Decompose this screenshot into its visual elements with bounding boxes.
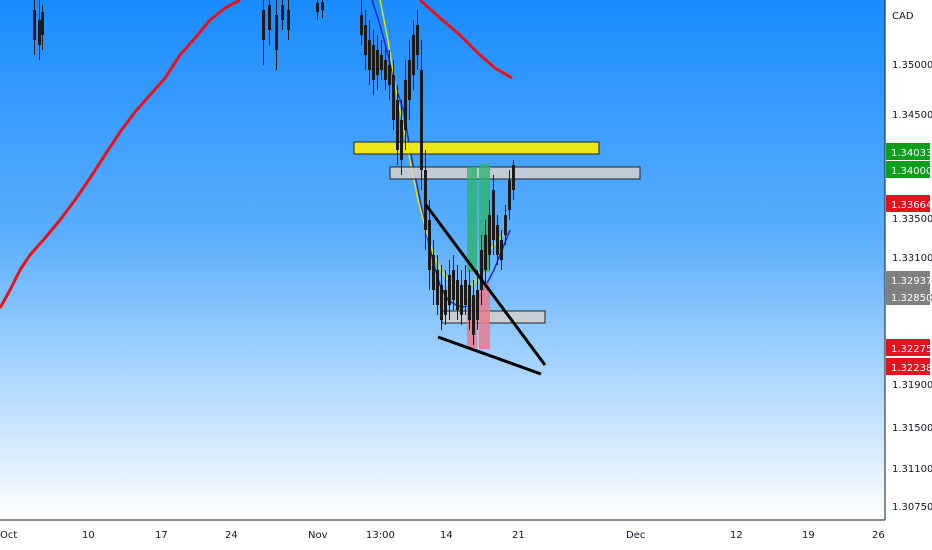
price-tick-label: 1.30750 (892, 502, 932, 513)
candle-body (428, 220, 431, 270)
candle-body (396, 100, 399, 150)
price-badge-label: 1.34000 (891, 166, 932, 177)
candle-body (262, 10, 265, 40)
candle-body (464, 280, 467, 305)
candle-body (33, 10, 36, 40)
price-badge: 1.32850 (886, 288, 932, 305)
candle-body (432, 255, 435, 290)
price-tick-label: 1.31500 (892, 423, 932, 434)
price-badge-label: 1.32937 (891, 276, 932, 287)
price-badge-label: 1.32275 (891, 344, 932, 355)
price-badge-label: 1.32238 (891, 363, 932, 374)
candle-body (440, 285, 443, 320)
candle-body (496, 225, 499, 255)
time-tick-label: Nov (308, 530, 328, 541)
price-badge-label: 1.33664 (891, 200, 932, 211)
price-tick-label: 1.31900 (892, 380, 932, 391)
price-badge: 1.33664 (886, 195, 932, 212)
candle-body (275, 15, 278, 50)
time-tick-label: 19 (802, 530, 815, 541)
currency-label: CAD (892, 11, 914, 22)
time-tick-label: 13:00 (366, 530, 395, 541)
price-tick-label: 1.34500 (892, 110, 932, 121)
sell-box (479, 283, 490, 349)
candle-body (472, 295, 475, 335)
time-tick-label: 26 (872, 530, 885, 541)
candle-body (380, 55, 383, 70)
price-tick-label: 1.31100 (892, 464, 932, 475)
price-badge: 1.32275 (886, 339, 932, 356)
candle-body (448, 275, 451, 305)
candle-body (420, 70, 423, 170)
price-badge: 1.34000 (886, 161, 932, 178)
candle-body (392, 75, 395, 120)
buy-box (467, 167, 477, 272)
candle-body (468, 285, 471, 320)
candle-body (384, 60, 387, 80)
candle-body (360, 15, 363, 35)
candle-body (321, 2, 324, 10)
candle-body (408, 60, 411, 100)
price-badge-label: 1.32850 (891, 293, 932, 304)
candle-body (456, 280, 459, 310)
candle-body (452, 270, 455, 300)
candle-body (376, 50, 379, 75)
price-tick-label: 1.33100 (892, 253, 932, 264)
candle-body (444, 290, 447, 315)
time-tick-label: 17 (155, 530, 168, 541)
time-tick-label: Dec (626, 530, 645, 541)
candle-body (364, 25, 367, 55)
candle-body (316, 3, 319, 12)
candle-body (500, 240, 503, 260)
time-tick-label: Oct (0, 530, 17, 541)
chart-svg: CAD 1.35000 1.34500 1.33500 1.33100 1.32850 1… (0, 0, 932, 550)
candle-body (488, 215, 491, 255)
price-badge: 1.32238 (886, 358, 932, 375)
chart: CAD 1.35000 1.34500 1.33500 1.33100 1.32850 1… (0, 0, 932, 550)
time-tick-label: 12 (730, 530, 743, 541)
candle-body (484, 235, 487, 270)
time-axis-background (0, 520, 932, 550)
candle-body (416, 25, 419, 55)
candle-body (508, 180, 511, 210)
plot-background (0, 0, 885, 520)
candle-body (372, 45, 375, 80)
candle-body (504, 215, 507, 235)
price-badge-label: 1.34033 (891, 148, 932, 159)
candle-body (492, 190, 495, 240)
price-tick-label: 1.35000 (892, 60, 932, 71)
candle-body (404, 80, 407, 130)
candle-body (388, 65, 391, 85)
candle-body (38, 20, 41, 45)
candle-body (476, 290, 479, 320)
time-tick-label: 21 (512, 530, 525, 541)
candle-body (480, 250, 483, 290)
candle-body (436, 270, 439, 305)
price-tick-label: 1.33500 (892, 214, 932, 225)
resistance-zone (353, 141, 600, 155)
candle-body (287, 10, 290, 30)
price-badge: 1.34033 (886, 143, 932, 160)
price-badge: 1.32937 (886, 271, 932, 288)
candle-body (281, 5, 284, 20)
candle-body (268, 5, 271, 30)
candle-body (412, 35, 415, 75)
candle-body (460, 285, 463, 315)
candle-body (400, 120, 403, 160)
candle-body (512, 165, 515, 190)
time-tick-label: 24 (225, 530, 238, 541)
time-tick-label: 14 (440, 530, 453, 541)
candle-body (41, 12, 44, 35)
candle-body (424, 170, 427, 230)
candle-body (368, 40, 371, 70)
time-tick-label: 10 (82, 530, 95, 541)
